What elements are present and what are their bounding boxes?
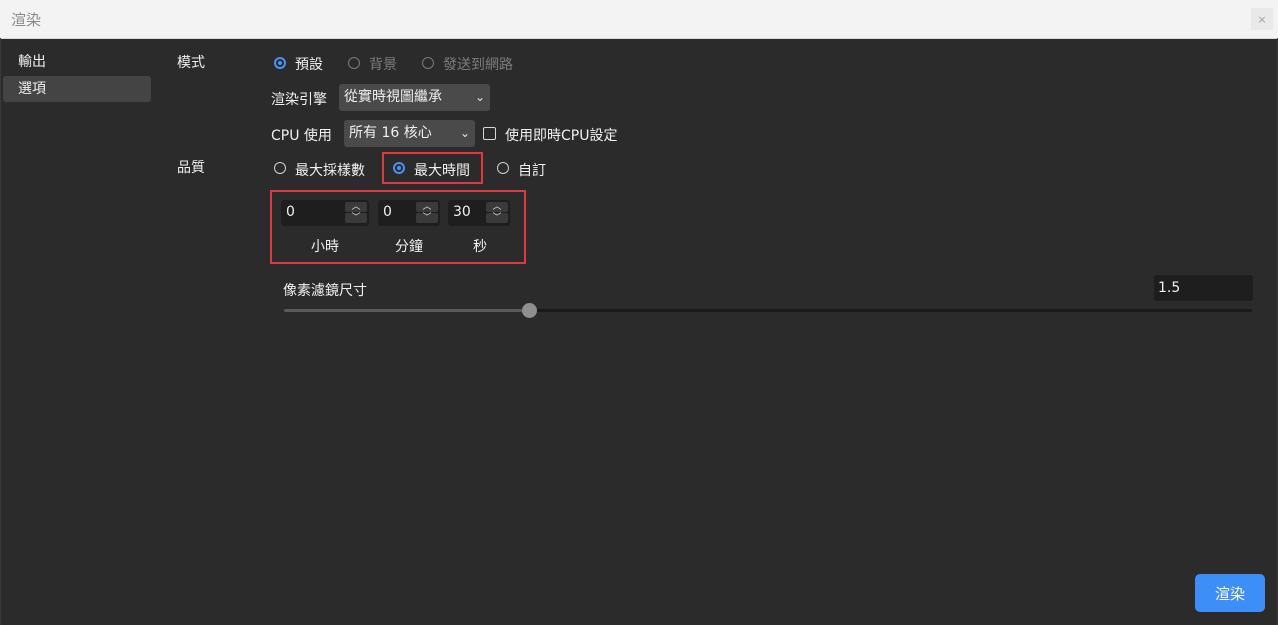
chevron-up-icon[interactable]: ︿ — [486, 202, 508, 212]
seconds-value: 30 — [453, 204, 471, 220]
hours-spinbox[interactable]: 0 ︿ ﹀ — [281, 200, 369, 226]
engine-label: 渲染引擎 — [271, 92, 327, 108]
seconds-spinbox[interactable]: 30 ︿ ﹀ — [448, 200, 510, 226]
pixel-filter-slider-handle[interactable] — [522, 303, 537, 318]
quality-max-time-label[interactable]: 最大時間 — [414, 160, 470, 180]
title-bar: 渲染 × — [0, 0, 1278, 39]
mode-background-label: 背景 — [369, 57, 397, 73]
minutes-spinbox[interactable]: 0 ︿ ﹀ — [378, 200, 440, 226]
mode-network-radio — [422, 57, 434, 69]
chevron-down-icon: ⌄ — [474, 90, 485, 104]
slider-track[interactable] — [530, 309, 1252, 312]
quality-custom-label[interactable]: 自訂 — [518, 160, 546, 180]
minutes-value: 0 — [383, 204, 392, 220]
hours-value: 0 — [286, 204, 295, 220]
mode-background-radio — [348, 57, 360, 69]
quality-max-samples-label[interactable]: 最大採樣數 — [295, 160, 365, 180]
mode-default-label[interactable]: 預設 — [295, 54, 323, 74]
sidebar-item-options[interactable]: 選項 — [3, 76, 151, 102]
pixel-filter-value: 1.5 — [1158, 280, 1181, 296]
render-button-label: 渲染 — [1214, 584, 1245, 603]
sidebar-item-label: 輸出 — [18, 54, 46, 70]
close-icon[interactable]: × — [1251, 8, 1273, 30]
engine-select-value: 從實時視圖繼承 — [344, 89, 442, 105]
realtime-cpu-checkbox[interactable] — [483, 127, 496, 140]
window-border-left — [0, 38, 1, 625]
hours-label: 小時 — [311, 239, 339, 255]
engine-select[interactable]: 從實時視圖繼承 ⌄ — [339, 84, 490, 111]
chevron-down-icon: ⌄ — [459, 126, 470, 140]
quality-label: 品質 — [177, 160, 205, 176]
pixel-filter-input[interactable]: 1.5 — [1154, 275, 1253, 301]
chevron-down-icon[interactable]: ﹀ — [486, 213, 508, 223]
cpu-label: CPU 使用 — [271, 128, 332, 144]
chevron-up-icon[interactable]: ︿ — [345, 202, 367, 212]
sidebar-item-label: 選項 — [18, 81, 46, 97]
slider-track-filled[interactable] — [284, 309, 530, 312]
pixel-filter-label: 像素濾鏡尺寸 — [283, 283, 367, 299]
mode-network-label: 發送到網路 — [443, 57, 513, 73]
realtime-cpu-label[interactable]: 使用即時CPU設定 — [505, 125, 617, 145]
chevron-down-icon[interactable]: ﹀ — [345, 213, 367, 223]
cpu-select-value: 所有 16 核心 — [349, 125, 432, 141]
cpu-select[interactable]: 所有 16 核心 ⌄ — [344, 120, 475, 147]
chevron-up-icon[interactable]: ︿ — [416, 202, 438, 212]
minutes-label: 分鐘 — [395, 239, 423, 255]
chevron-down-icon[interactable]: ﹀ — [416, 213, 438, 223]
quality-custom-radio[interactable] — [497, 162, 509, 174]
mode-label: 模式 — [177, 55, 205, 71]
mode-default-radio[interactable] — [274, 57, 286, 69]
quality-max-time-radio[interactable] — [393, 162, 405, 174]
window-title: 渲染 — [11, 11, 42, 29]
render-button[interactable]: 渲染 — [1195, 574, 1265, 612]
sidebar-item-output[interactable]: 輸出 — [3, 49, 151, 75]
quality-max-samples-radio[interactable] — [274, 162, 286, 174]
seconds-label: 秒 — [473, 239, 487, 255]
